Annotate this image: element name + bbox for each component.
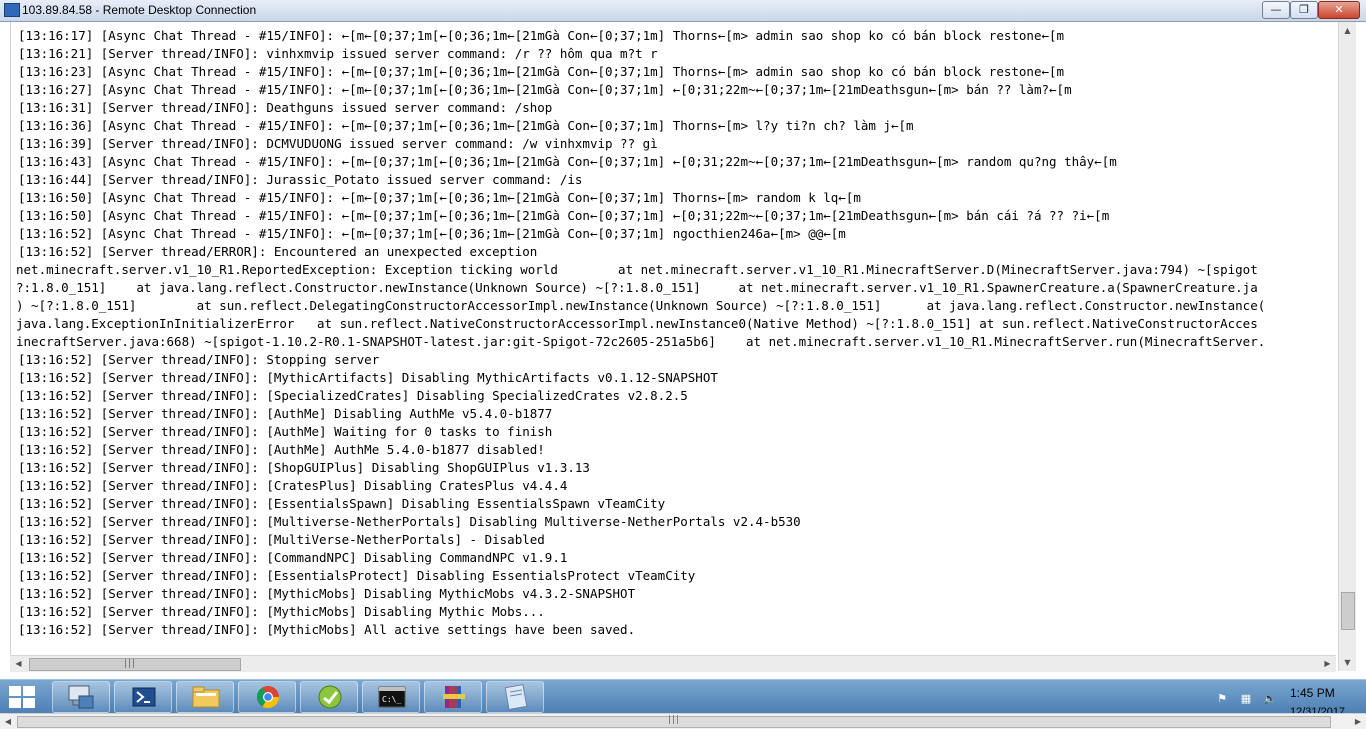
winrar-icon	[443, 686, 465, 708]
console-line: net.minecraft.server.v1_10_R1.ReportedEx…	[16, 262, 1258, 277]
restore-button[interactable]: ❐	[1290, 1, 1318, 19]
scroll-down-arrow-icon[interactable]: ▼	[1339, 654, 1356, 671]
console-line: [13:16:50] [Async Chat Thread - #15/INFO…	[18, 208, 1110, 223]
remote-desktop-icon	[4, 3, 20, 17]
scroll-up-arrow-icon[interactable]: ▲	[1339, 22, 1356, 39]
scroll-right-arrow-icon[interactable]: ▶	[1350, 714, 1366, 729]
console-line: [13:16:52] [Server thread/INFO]: [Comman…	[18, 550, 568, 565]
console-line: [13:16:52] [Server thread/INFO]: [AuthMe…	[18, 406, 553, 421]
green-app-icon	[318, 685, 342, 709]
taskbar-chrome[interactable]	[238, 681, 296, 713]
console-line: [13:16:52] [Server thread/INFO]: [Mythic…	[18, 604, 545, 619]
console-line: [13:16:39] [Server thread/INFO]: DCMVUDU…	[18, 136, 658, 151]
cmd-icon: C:\_	[378, 686, 406, 708]
taskbar-powershell[interactable]	[114, 681, 172, 713]
minimize-button[interactable]: —	[1262, 1, 1290, 19]
scroll-left-arrow-icon[interactable]: ◀	[10, 656, 27, 672]
window-title: 103.89.84.58 - Remote Desktop Connection	[22, 3, 257, 17]
console-line: [13:16:52] [Server thread/INFO]: [ShopGU…	[18, 460, 590, 475]
console-line: [13:16:52] [Server thread/INFO]: [Crates…	[18, 478, 568, 493]
console-line: [13:16:43] [Async Chat Thread - #15/INFO…	[18, 154, 1117, 169]
windows-logo-icon	[9, 698, 21, 708]
scroll-left-arrow-icon[interactable]: ◀	[0, 714, 16, 729]
horizontal-scrollbar[interactable]: ◀ ||| ▶	[10, 655, 1336, 672]
notepad-icon	[504, 684, 528, 710]
windows-logo-icon	[23, 686, 35, 696]
volume-icon[interactable]: 🔈	[1262, 692, 1278, 706]
console-line: [13:16:50] [Async Chat Thread - #15/INFO…	[18, 190, 861, 205]
close-button[interactable]: ✕	[1318, 1, 1360, 19]
taskbar: C:\_ ⚑ ▦ 🔈 1:45 PM 12/31/2017	[0, 679, 1366, 714]
console-line: [13:16:52] [Server thread/INFO]: [Mythic…	[18, 586, 636, 601]
server-icon	[68, 685, 94, 709]
console-line: [13:16:52] [Server thread/INFO]: [AuthMe…	[18, 442, 545, 457]
action-center-icon[interactable]: ⚑	[1214, 692, 1230, 706]
console-line: [13:16:52] [Server thread/INFO]: [Specia…	[18, 388, 688, 403]
console-line: [13:16:52] [Server thread/INFO]: Stoppin…	[18, 352, 380, 367]
vertical-scroll-thumb[interactable]	[1341, 592, 1355, 630]
console-line: [13:16:52] [Server thread/INFO]: [Essent…	[18, 496, 666, 511]
taskbar-notepad[interactable]	[486, 681, 544, 713]
console-line: [13:16:52] [Server thread/INFO]: [AuthMe…	[18, 424, 553, 439]
console-line: [13:16:52] [Server thread/INFO]: [Essent…	[18, 568, 696, 583]
scroll-grip-icon: |||	[668, 715, 681, 725]
taskbar-server-manager[interactable]	[52, 681, 110, 713]
folder-icon	[192, 686, 220, 708]
console-line: [13:16:52] [Server thread/INFO]: [Multiv…	[18, 514, 801, 529]
taskbar-green-app[interactable]	[300, 681, 358, 713]
taskbar-command-prompt[interactable]: C:\_	[362, 681, 420, 713]
clock-time[interactable]: 1:45 PM	[1290, 686, 1335, 700]
console-line: java.lang.ExceptionInInitializerError at…	[16, 316, 1258, 331]
console-output[interactable]: [13:16:17] [Async Chat Thread - #15/INFO…	[10, 22, 1337, 654]
console-line: [13:16:27] [Async Chat Thread - #15/INFO…	[18, 82, 1072, 97]
console-line: [13:16:52] [Async Chat Thread - #15/INFO…	[18, 226, 846, 241]
chrome-icon	[257, 686, 279, 708]
console-line: [13:16:36] [Async Chat Thread - #15/INFO…	[18, 118, 914, 133]
host-horizontal-scrollbar[interactable]: ◀ ||| ▶	[0, 713, 1366, 729]
start-button[interactable]	[6, 684, 38, 710]
console-line: [13:16:52] [Server thread/INFO]: [MultiV…	[18, 532, 545, 547]
vertical-scrollbar[interactable]: ▲ ▼	[1338, 22, 1356, 671]
console-line: [13:16:21] [Server thread/INFO]: vinhxmv…	[18, 46, 658, 61]
host-horizontal-scroll-thumb[interactable]: |||	[17, 715, 1331, 728]
console-line: ) ~[?:1.8.0_151] at sun.reflect.Delegati…	[16, 298, 1266, 313]
console-line: [13:16:52] [Server thread/ERROR]: Encoun…	[18, 244, 538, 259]
scroll-right-arrow-icon[interactable]: ▶	[1319, 656, 1336, 672]
scroll-grip-icon: |||	[124, 659, 137, 669]
powershell-icon	[132, 687, 156, 707]
console-line: ?:1.8.0_151] at java.lang.reflect.Constr…	[16, 280, 1258, 295]
taskbar-winrar[interactable]	[424, 681, 482, 713]
console-line: [13:16:31] [Server thread/INFO]: Deathgu…	[18, 100, 553, 115]
console-line: inecraftServer.java:668) ~[spigot-1.10.2…	[16, 334, 1266, 349]
console-line: [13:16:17] [Async Chat Thread - #15/INFO…	[18, 28, 1065, 43]
svg-text:C:\_: C:\_	[382, 695, 401, 704]
windows-logo-icon	[23, 698, 35, 708]
rdp-titlebar[interactable]: 103.89.84.58 - Remote Desktop Connection…	[0, 0, 1366, 22]
taskbar-file-explorer[interactable]	[176, 681, 234, 713]
console-line: [13:16:23] [Async Chat Thread - #15/INFO…	[18, 64, 1065, 79]
console-line: [13:16:52] [Server thread/INFO]: [Mythic…	[18, 370, 718, 385]
windows-logo-icon	[9, 686, 21, 696]
console-line: [13:16:44] [Server thread/INFO]: Jurassi…	[18, 172, 583, 187]
console-line: [13:16:52] [Server thread/INFO]: [Mythic…	[18, 622, 636, 637]
network-icon[interactable]: ▦	[1238, 692, 1254, 706]
horizontal-scroll-thumb[interactable]: |||	[29, 658, 241, 671]
